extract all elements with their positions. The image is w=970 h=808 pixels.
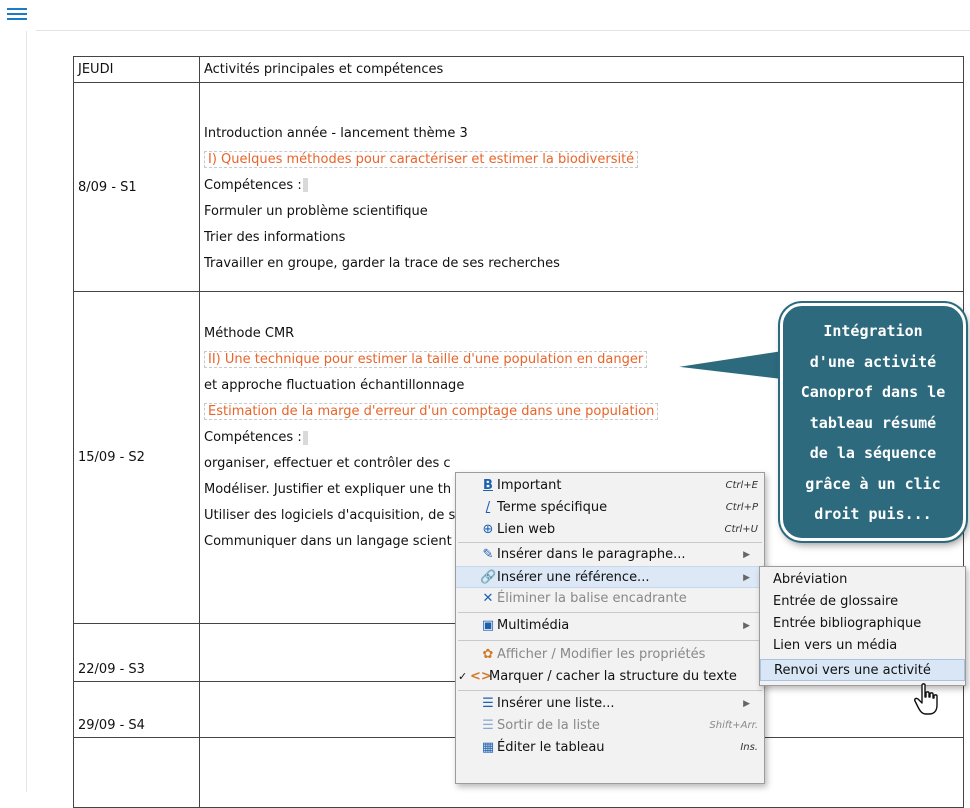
submenu-item-activity-reference[interactable]: Renvoi vers une activité <box>760 659 965 681</box>
day-cell: 22/09 - S3 <box>73 623 200 682</box>
day-cell: 29/09 - S4 <box>73 681 200 738</box>
reference-submenu: Abréviation Entrée de glossaire Entrée b… <box>759 566 966 686</box>
activities-cell[interactable]: Introduction année - lancement thème 3 I… <box>199 82 964 292</box>
text-line[interactable]: Compétences : <box>204 173 959 199</box>
chevron-right-icon: ▶ <box>743 573 750 583</box>
menu-item-specific-term[interactable]: / Terme spécifique Ctrl+P <box>456 497 764 519</box>
text-line[interactable]: Trier des informations <box>204 225 959 251</box>
hand-pointer-cursor-icon <box>914 683 938 715</box>
text-line[interactable]: Travailler en groupe, garder la trace de… <box>204 251 959 277</box>
chevron-right-icon: ▶ <box>743 621 750 631</box>
left-margin-rule <box>26 31 27 792</box>
menu-hamburger-icon[interactable] <box>7 8 27 22</box>
globe-icon: ⊕ <box>482 522 494 537</box>
submenu-item-abbreviation[interactable]: Abréviation <box>760 569 965 591</box>
link-icon: 🔗 <box>480 570 497 585</box>
checkmark-icon: ✓ <box>458 670 468 683</box>
submenu-item-glossary-entry[interactable]: Entrée de glossaire <box>760 591 965 613</box>
menu-item-multimedia[interactable]: ▣ Multimédia ▶ <box>456 615 764 637</box>
outdent-list-icon: ☰ <box>482 718 494 733</box>
text-line[interactable]: Formuler un problème scientifique <box>204 199 959 225</box>
menu-item-remove-wrapper[interactable]: ✕ Éliminer la balise encadrante <box>456 588 764 610</box>
image-icon: ▣ <box>481 618 495 633</box>
menu-item-insert-in-paragraph[interactable]: ✎ Insérer dans le paragraphe... ▶ <box>456 544 764 566</box>
menu-item-edit-table[interactable]: ▦ Éditer le tableau Ins. <box>456 737 764 759</box>
chevron-right-icon: ▶ <box>743 699 750 709</box>
menu-item-important[interactable]: B Important Ctrl+E <box>456 475 764 497</box>
context-menu: B Important Ctrl+E / Terme spécifique Ct… <box>455 472 765 784</box>
day-cell <box>73 737 200 808</box>
pencil-icon: ✎ <box>482 547 494 562</box>
menu-item-properties[interactable]: ✿ Afficher / Modifier les propriétés <box>456 644 764 666</box>
table-header-row: JEUDI Activités principales et compétenc… <box>73 56 964 83</box>
bold-b-icon: B <box>483 478 493 493</box>
menu-item-web-link[interactable]: ⊕ Lien web Ctrl+U <box>456 519 764 541</box>
header-day-cell: JEUDI <box>73 56 200 83</box>
code-brackets-icon: <> <box>470 669 492 684</box>
table-icon: ▦ <box>481 740 495 755</box>
day-cell: 8/09 - S1 <box>73 82 200 292</box>
menu-item-insert-list[interactable]: ☰ Insérer une liste... ▶ <box>456 693 764 715</box>
list-icon: ☰ <box>482 696 494 711</box>
callout-pointer <box>668 347 786 383</box>
chevron-right-icon: ▶ <box>743 550 750 560</box>
properties-icon: ✿ <box>482 647 494 662</box>
annotation-callout: Intégration d'une activité Canoprof dans… <box>668 303 966 541</box>
text-line[interactable]: Introduction année - lancement thème 3 <box>204 121 959 147</box>
menu-item-exit-list[interactable]: ☰ Sortir de la liste Shift+Arr. <box>456 715 764 737</box>
activity-title-link[interactable]: I) Quelques méthodes pour caractériser e… <box>204 147 959 173</box>
submenu-item-media-link[interactable]: Lien vers un média <box>760 635 965 657</box>
callout-text: Intégration d'une activité Canoprof dans… <box>780 303 966 541</box>
menu-item-insert-reference[interactable]: 🔗 Insérer une référence... ▶ <box>456 566 764 588</box>
submenu-item-bibliographic-entry[interactable]: Entrée bibliographique <box>760 613 965 635</box>
header-divider <box>36 30 970 31</box>
header-activities-cell: Activités principales et compétences <box>199 56 964 83</box>
table-row: 8/09 - S1 Introduction année - lancement… <box>73 82 964 292</box>
day-cell: 15/09 - S2 <box>73 291 200 624</box>
menu-item-toggle-structure[interactable]: ✓ <> Marquer / cacher la structure du te… <box>456 666 764 688</box>
remove-x-icon: ✕ <box>482 591 494 606</box>
italic-slash-icon: / <box>485 500 491 515</box>
